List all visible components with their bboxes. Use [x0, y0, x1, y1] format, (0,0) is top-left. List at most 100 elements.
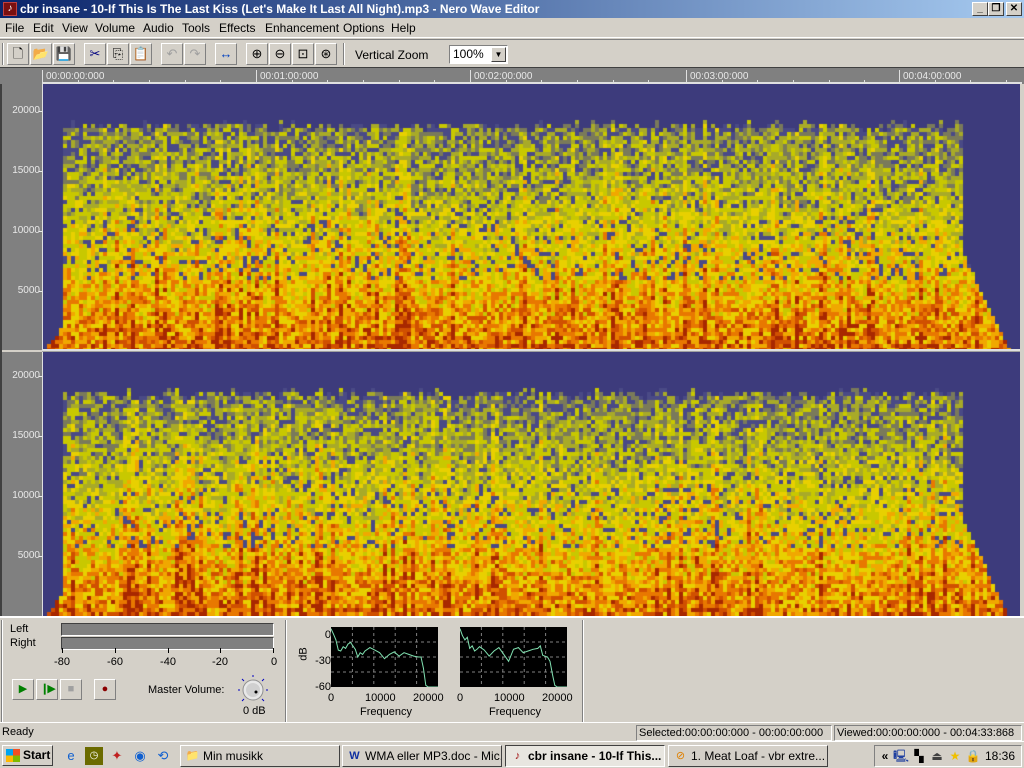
spectrum-point: [340, 650, 342, 652]
clock-icon[interactable]: ◷: [85, 747, 103, 765]
paste-button[interactable]: 📋: [130, 43, 152, 65]
spectrum-point: [488, 655, 490, 657]
menu-volume[interactable]: Volume: [95, 21, 135, 35]
cut-button[interactable]: ✂: [84, 43, 106, 65]
spectrum-point: [469, 648, 471, 649]
windows-logo-icon: [6, 749, 20, 762]
meter-scale-label: -60: [107, 656, 123, 668]
task-min-musikk[interactable]: 📁 Min musikk: [180, 745, 340, 767]
sync-icon[interactable]: ⟲: [154, 747, 172, 765]
spectrum-point: [403, 652, 405, 654]
internet-explorer-icon[interactable]: e: [62, 747, 80, 765]
panel-divider: [582, 620, 584, 722]
menu-file[interactable]: File: [5, 21, 24, 35]
menu-edit[interactable]: Edit: [33, 21, 54, 35]
network-icon[interactable]: 🖳: [893, 748, 909, 764]
menu-help[interactable]: Help: [391, 21, 416, 35]
new-file-button[interactable]: 🗋: [7, 43, 29, 65]
play-selection-button[interactable]: ❙▶: [36, 679, 58, 700]
task-nero-wave-editor[interactable]: ♪ cbr insane - 10-If This...: [505, 745, 665, 767]
monitor-icon[interactable]: ▚: [911, 748, 927, 764]
close-button[interactable]: ✕: [1006, 2, 1022, 16]
open-file-button[interactable]: 📂: [30, 43, 52, 65]
master-volume-knob[interactable]: [238, 675, 268, 705]
redo-icon: ↷: [189, 46, 201, 61]
meter-tick: [273, 648, 274, 653]
toolbar-grip[interactable]: [2, 43, 4, 65]
record-icon: ●: [101, 683, 109, 695]
paste-icon: 📋: [132, 46, 150, 61]
usb-icon[interactable]: ⏏: [929, 748, 945, 764]
timeline-ruler[interactable]: 00:00:00:000 00:01:00:000 00:02:00:000 0…: [0, 67, 1024, 84]
task-word-document[interactable]: W WMA eller MP3.doc - Mic...: [342, 745, 502, 767]
ruler-label: 00:01:00:000: [260, 71, 319, 82]
spectrum-point: [527, 650, 529, 652]
menu-effects[interactable]: Effects: [219, 21, 255, 35]
spectrum-point: [532, 648, 534, 650]
y-tick-label: 20000: [12, 370, 43, 381]
spectrum-point: [466, 636, 468, 638]
viewed-range: Viewed:00:00:00:000 - 00:04:33:868: [834, 725, 1022, 741]
open-folder-icon: 📂: [32, 46, 50, 61]
meter-tick: [220, 648, 221, 653]
spectrum-point: [379, 652, 381, 654]
lock-icon[interactable]: 🔒: [965, 748, 981, 764]
undo-button[interactable]: ↶: [161, 43, 183, 65]
title-bar: ♪ cbr insane - 10-If This Is The Last Ki…: [0, 0, 1024, 18]
music-note-icon[interactable]: ♪: [3, 2, 17, 16]
horizontal-arrows-icon: ↔: [219, 46, 233, 61]
spectrum-point: [462, 635, 463, 636]
zoom-in-button[interactable]: ⊕: [246, 43, 268, 65]
minimize-button[interactable]: _: [972, 2, 988, 16]
right-channel-spectrogram[interactable]: [42, 352, 1022, 616]
dropdown-arrow-icon[interactable]: ▼: [491, 47, 506, 62]
right-spectrogram-canvas: [43, 352, 1021, 616]
clock: 18:36: [984, 749, 1015, 763]
redo-button[interactable]: ↷: [184, 43, 206, 65]
left-level-meter: [61, 623, 274, 636]
left-channel-spectrogram[interactable]: [42, 84, 1022, 349]
menu-view[interactable]: View: [62, 21, 88, 35]
save-file-button[interactable]: 💾: [53, 43, 75, 65]
expand-icon[interactable]: «: [877, 748, 893, 764]
copy-icon: ⎘: [112, 46, 124, 61]
play-button[interactable]: ▶: [12, 679, 34, 700]
vertical-zoom-label: Vertical Zoom: [355, 48, 429, 62]
fit-to-window-button[interactable]: ↔: [215, 43, 237, 65]
menu-audio[interactable]: Audio: [143, 21, 174, 35]
spectrum-point: [554, 684, 556, 686]
x-axis-label: Frequency: [360, 706, 412, 718]
gift-icon[interactable]: ✦: [108, 747, 126, 765]
browser-icon[interactable]: ◉: [131, 747, 149, 765]
vertical-zoom-select[interactable]: 100% ▼: [449, 45, 508, 64]
record-button[interactable]: ●: [94, 679, 116, 700]
task-meat-loaf-player[interactable]: ⊘ 1. Meat Loaf - vbr extre...: [668, 745, 828, 767]
status-bar: Ready Selected:00:00:00:000 - 00:00:00:0…: [0, 722, 1024, 741]
menu-options[interactable]: Options: [343, 21, 384, 35]
x-tick-label: 0: [457, 692, 464, 704]
stop-button[interactable]: ■: [60, 679, 82, 700]
taskbar: Start e ◷ ✦ ◉ ⟲ 📁 Min musikk W WMA eller…: [0, 741, 1024, 768]
restore-button[interactable]: ❐: [988, 2, 1004, 16]
zoom-out-button[interactable]: ⊖: [269, 43, 291, 65]
zoom-full-button[interactable]: ⊛: [315, 43, 337, 65]
y-tick-label: -30: [315, 655, 331, 667]
x-tick-label: 10000: [365, 692, 396, 704]
star-icon[interactable]: ★: [947, 748, 963, 764]
new-file-icon: 🗋: [12, 46, 24, 61]
start-button[interactable]: Start: [2, 745, 53, 766]
ruler-label: 00:00:00:000: [46, 71, 105, 82]
zoom-selection-button[interactable]: ⊡: [292, 43, 314, 65]
spectrum-point: [345, 648, 346, 649]
spectrum-point: [476, 648, 478, 650]
left-spectrum-svg: [331, 627, 438, 687]
vertical-zoom-value: 100%: [453, 47, 484, 61]
zoom-selection-icon: ⊡: [297, 46, 309, 61]
menu-enhancement[interactable]: Enhancement: [265, 21, 339, 35]
spectrum-point: [493, 650, 495, 652]
spectrum-line: [460, 628, 567, 687]
copy-button[interactable]: ⎘: [107, 43, 129, 65]
spectrum-point: [513, 648, 514, 650]
left-spectrum-plot: [331, 627, 438, 687]
menu-tools[interactable]: Tools: [182, 21, 210, 35]
